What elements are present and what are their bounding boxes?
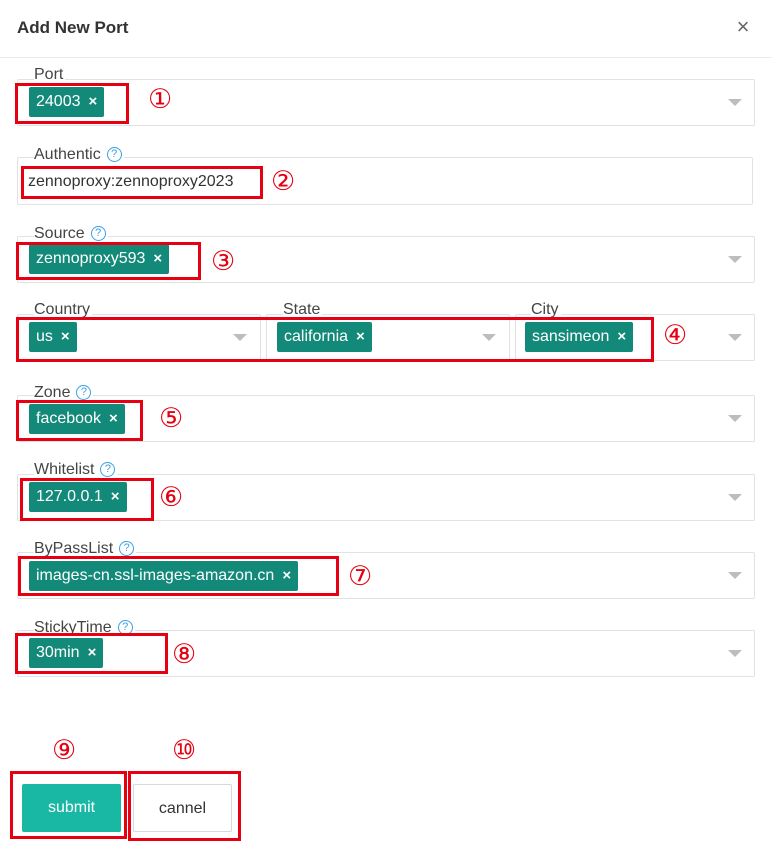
annotation-number: ⑥ (159, 482, 184, 513)
help-icon[interactable]: ? (76, 385, 92, 400)
annotation-number: ⑨ (52, 735, 77, 766)
annotation-number: ④ (663, 320, 688, 351)
help-icon[interactable]: ? (90, 226, 106, 241)
dialog-header: Add New Port × (0, 0, 772, 58)
chevron-down-icon[interactable] (728, 334, 742, 341)
whitelist-label: Whitelist? (34, 461, 118, 479)
port-label: Port (34, 66, 66, 84)
annotation-number: ⑩ (172, 735, 197, 766)
annotation-number: ② (271, 166, 296, 197)
dialog-title: Add New Port (17, 18, 129, 37)
chevron-down-icon[interactable] (728, 256, 742, 263)
annotation-box (15, 83, 129, 124)
annotation-box (18, 556, 339, 596)
help-icon[interactable]: ? (119, 541, 135, 556)
annotation-box (16, 317, 654, 362)
annotation-number: ⑤ (159, 403, 184, 434)
annotation-box (15, 633, 168, 674)
chevron-down-icon[interactable] (728, 494, 742, 501)
annotation-box (10, 771, 127, 839)
annotation-box (20, 478, 154, 521)
annotation-number: ⑦ (348, 561, 373, 592)
annotation-box (16, 242, 201, 280)
close-icon[interactable]: × (733, 16, 753, 38)
annotation-number: ③ (211, 246, 236, 277)
annotation-number: ⑧ (172, 639, 197, 670)
chevron-down-icon[interactable] (728, 415, 742, 422)
chevron-down-icon[interactable] (728, 572, 742, 579)
authentic-label: Authentic? (34, 146, 124, 164)
annotation-box (16, 400, 143, 441)
help-icon[interactable]: ? (100, 462, 116, 477)
annotation-box (21, 166, 263, 199)
annotation-number: ① (148, 84, 173, 115)
chevron-down-icon[interactable] (728, 650, 742, 657)
chevron-down-icon[interactable] (728, 99, 742, 106)
source-label: Source? (34, 225, 108, 243)
help-icon[interactable]: ? (106, 147, 122, 162)
annotation-box (128, 771, 241, 841)
